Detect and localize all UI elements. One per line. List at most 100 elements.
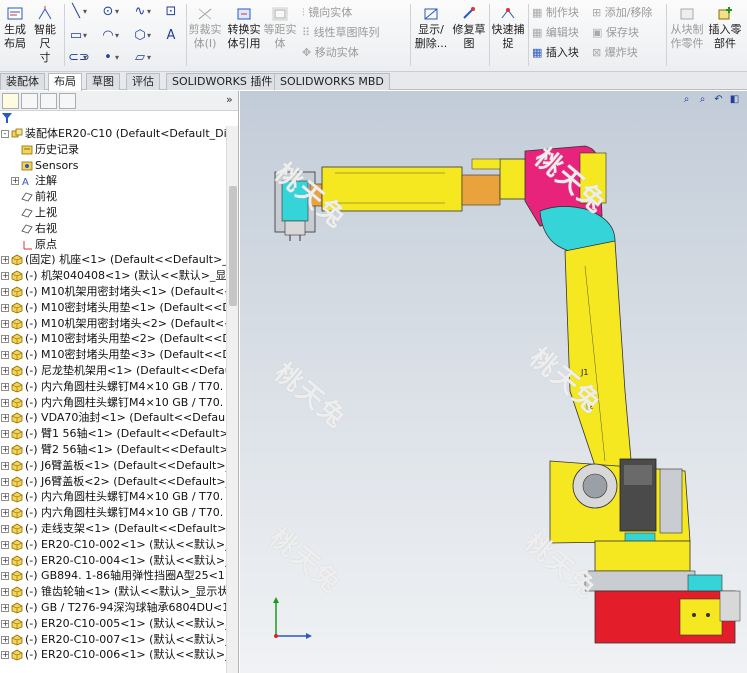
arc-tool-icon[interactable]: ◠ bbox=[100, 28, 119, 44]
tree-item[interactable]: + (-) GB894. 1-86轴用弹性挡圈A型25<1> bbox=[0, 568, 226, 584]
robot-arm-model[interactable]: J1 J2 bbox=[240, 91, 747, 673]
tree-item[interactable]: + (-) M10密封堵头用垫<3> (Default<<De bbox=[0, 347, 226, 363]
tree-item[interactable]: 上视 bbox=[0, 205, 226, 221]
tab-solidworks-mbd[interactable]: SOLIDWORKS MBD bbox=[274, 73, 390, 90]
expand-icon[interactable]: + bbox=[1, 604, 9, 612]
tree-item[interactable]: + (-) 内六角圆柱头螺钉M4×10 GB / T70. bbox=[0, 379, 226, 395]
tree-item[interactable]: Sensors bbox=[0, 158, 226, 174]
add-remove-button[interactable]: ⊞ 添加/移除 bbox=[592, 6, 664, 20]
expand-icon[interactable]: + bbox=[1, 414, 9, 423]
generate-layout-button[interactable]: 生成 布局 bbox=[0, 6, 30, 51]
expand-icon[interactable]: + bbox=[1, 256, 9, 265]
tree-item[interactable]: + (-) 臂1 56轴<1> (Default<<Default>_P bbox=[0, 426, 226, 442]
tab-assembly[interactable]: 装配体 bbox=[0, 73, 45, 90]
tree-item[interactable]: + (-) 机架040408<1> (默认<<默认>_显示 bbox=[0, 268, 226, 284]
circle-tool-icon[interactable]: ⊙ bbox=[100, 4, 119, 20]
show-delete-relations-button[interactable]: 显示/ 删除... bbox=[414, 6, 448, 51]
mirror-entities-button[interactable]: ⫶ 镜向实体 bbox=[302, 6, 372, 20]
tree-item[interactable]: + (-) 走线支架<1> (Default<<Default>_Ph bbox=[0, 521, 226, 537]
make-part-from-block-button[interactable]: 从块制 作零件 bbox=[668, 6, 706, 51]
tree-item[interactable]: + (-) ER20-C10-007<1> (默认<<默认>_显 bbox=[0, 632, 226, 648]
tree-item[interactable]: + (-) 内六角圆柱头螺钉M4×10 GB / T70. bbox=[0, 489, 226, 505]
insert-components-button[interactable]: 插入零 部件 bbox=[706, 6, 744, 51]
text-tool-icon[interactable]: A bbox=[163, 28, 179, 44]
tree-item[interactable]: + (-) ER20-C10-005<1> (默认<<默认>_显 bbox=[0, 616, 226, 632]
slot-tool-icon[interactable]: ⊂⊃ bbox=[68, 50, 90, 66]
tree-item[interactable]: 右视 bbox=[0, 221, 226, 237]
make-block-button[interactable]: ▦ 制作块 bbox=[532, 6, 588, 20]
tree-item[interactable]: - 装配体ER20-C10 (Default<Default_Displa bbox=[0, 126, 226, 142]
tree-item[interactable]: + (-) 内六角圆柱头螺钉M4×10 GB / T70. bbox=[0, 395, 226, 411]
tree-item[interactable]: + (-) 内六角圆柱头螺钉M4×10 GB / T70. bbox=[0, 505, 226, 521]
plane-tool-icon[interactable]: ▱ bbox=[132, 50, 151, 66]
trim-tool-icon[interactable]: ⊡ bbox=[163, 4, 179, 20]
expand-icon[interactable]: + bbox=[1, 477, 9, 486]
polygon-tool-icon[interactable]: ⬡ bbox=[132, 28, 151, 44]
expand-icon[interactable]: + bbox=[1, 509, 9, 518]
expand-icon[interactable]: + bbox=[1, 430, 9, 439]
expand-icon[interactable]: + bbox=[1, 319, 9, 328]
property-manager-tab-icon[interactable] bbox=[21, 93, 38, 109]
expand-panel-icon[interactable]: » bbox=[226, 93, 233, 106]
display-manager-tab-icon[interactable] bbox=[59, 93, 76, 109]
expand-icon[interactable]: + bbox=[1, 398, 9, 407]
tree-item[interactable]: + (-) GB / T276-94深沟球轴承6804DU<1> bbox=[0, 600, 226, 616]
repair-sketch-button[interactable]: 修复草 图 bbox=[452, 6, 486, 51]
tab-layout[interactable]: 布局 bbox=[48, 73, 82, 91]
convert-entities-button[interactable]: 转换实 体引用 bbox=[224, 6, 264, 51]
tree-scrollbar-thumb[interactable] bbox=[229, 186, 237, 306]
expand-icon[interactable]: + bbox=[1, 572, 9, 581]
tree-scrollbar[interactable] bbox=[226, 126, 238, 673]
expand-icon[interactable]: + bbox=[1, 446, 9, 454]
expand-icon[interactable]: + bbox=[1, 525, 9, 533]
quick-snaps-button[interactable]: 快速捕 捉 bbox=[491, 6, 525, 51]
feature-manager-tab-icon[interactable] bbox=[2, 93, 19, 109]
tree-item[interactable]: 前视 bbox=[0, 189, 226, 205]
tree-item[interactable]: + (-) 尼龙垫机架用<1> (Default<<Default bbox=[0, 363, 226, 379]
tree-item[interactable]: + (-) M10机架用密封堵头<2> (Default<< bbox=[0, 316, 226, 332]
expand-icon[interactable]: + bbox=[1, 493, 9, 502]
configuration-manager-tab-icon[interactable] bbox=[40, 93, 57, 109]
tree-item[interactable]: 历史记录 bbox=[0, 142, 226, 158]
line-tool-icon[interactable]: ╲ bbox=[68, 4, 87, 20]
expand-icon[interactable]: + bbox=[1, 382, 9, 391]
insert-block-button[interactable]: ▦ 插入块 bbox=[532, 46, 588, 60]
offset-entities-button[interactable]: 等距实 体 bbox=[262, 6, 298, 51]
tree-item[interactable]: + (-) M10密封堵头用垫<2> (Default<<De bbox=[0, 331, 226, 347]
expand-icon[interactable]: + bbox=[1, 651, 9, 660]
expand-icon[interactable]: + bbox=[1, 351, 9, 360]
expand-icon[interactable]: + bbox=[1, 635, 9, 644]
save-block-button[interactable]: ▣ 保存块 bbox=[592, 26, 652, 40]
expand-icon[interactable]: + bbox=[1, 335, 9, 344]
tree-item[interactable]: + (-) VDA70油封<1> (Default<<Default> bbox=[0, 410, 226, 426]
tree-item[interactable]: + (-) M10机架用密封堵头<1> (Default<< bbox=[0, 284, 226, 300]
tree-item[interactable]: + A 注解 bbox=[0, 173, 226, 189]
spline-tool-icon[interactable]: ∿ bbox=[132, 4, 151, 20]
expand-icon[interactable]: + bbox=[1, 461, 9, 470]
tree-item[interactable]: + (-) 锥齿轮轴<1> (默认<<默认>_显示状态 bbox=[0, 584, 226, 600]
expand-icon[interactable]: + bbox=[1, 272, 9, 281]
expand-icon[interactable]: + bbox=[1, 367, 9, 375]
trim-entities-button[interactable]: 剪裁实 体(I) bbox=[188, 6, 222, 51]
tab-evaluate[interactable]: 评估 bbox=[126, 73, 160, 90]
expand-icon[interactable]: + bbox=[1, 303, 9, 312]
tab-sketch[interactable]: 草图 bbox=[86, 73, 120, 90]
expand-icon[interactable]: + bbox=[1, 619, 9, 628]
collapse-icon[interactable]: - bbox=[1, 130, 9, 138]
tree-item[interactable]: + (-) 臂2 56轴<1> (Default<<Default>_P bbox=[0, 442, 226, 458]
linear-pattern-button[interactable]: ⠿ 线性草图阵列 bbox=[302, 26, 402, 40]
move-entities-button[interactable]: ✥ 移动实体 bbox=[302, 46, 382, 60]
edit-block-button[interactable]: ▦ 编辑块 bbox=[532, 26, 588, 40]
expand-icon[interactable]: + bbox=[1, 288, 9, 296]
tree-item[interactable]: + (-) J6臂盖板<2> (Default<<Default>_Ph bbox=[0, 474, 226, 490]
graphics-area[interactable]: ⌕ ⌕ ↶ ◧ J1 J2 桃天兔 桃天兔 桃天兔 桃天兔 桃天兔 桃天兔 bbox=[240, 91, 747, 673]
expand-icon[interactable]: + bbox=[1, 588, 9, 597]
expand-icon[interactable]: + bbox=[11, 177, 19, 186]
expand-icon[interactable]: + bbox=[1, 540, 9, 549]
point-tool-icon[interactable]: • bbox=[100, 50, 119, 66]
tree-item[interactable]: + (-) ER20-C10-004<1> (默认<<默认>_显 bbox=[0, 553, 226, 569]
tree-item[interactable]: + (-) J6臂盖板<1> (Default<<Default>_Ph bbox=[0, 458, 226, 474]
tree-item[interactable]: + (-) M10密封堵头用垫<1> (Default<<De bbox=[0, 300, 226, 316]
expand-icon[interactable]: + bbox=[1, 556, 9, 565]
tree-item[interactable]: 原点 bbox=[0, 237, 226, 253]
